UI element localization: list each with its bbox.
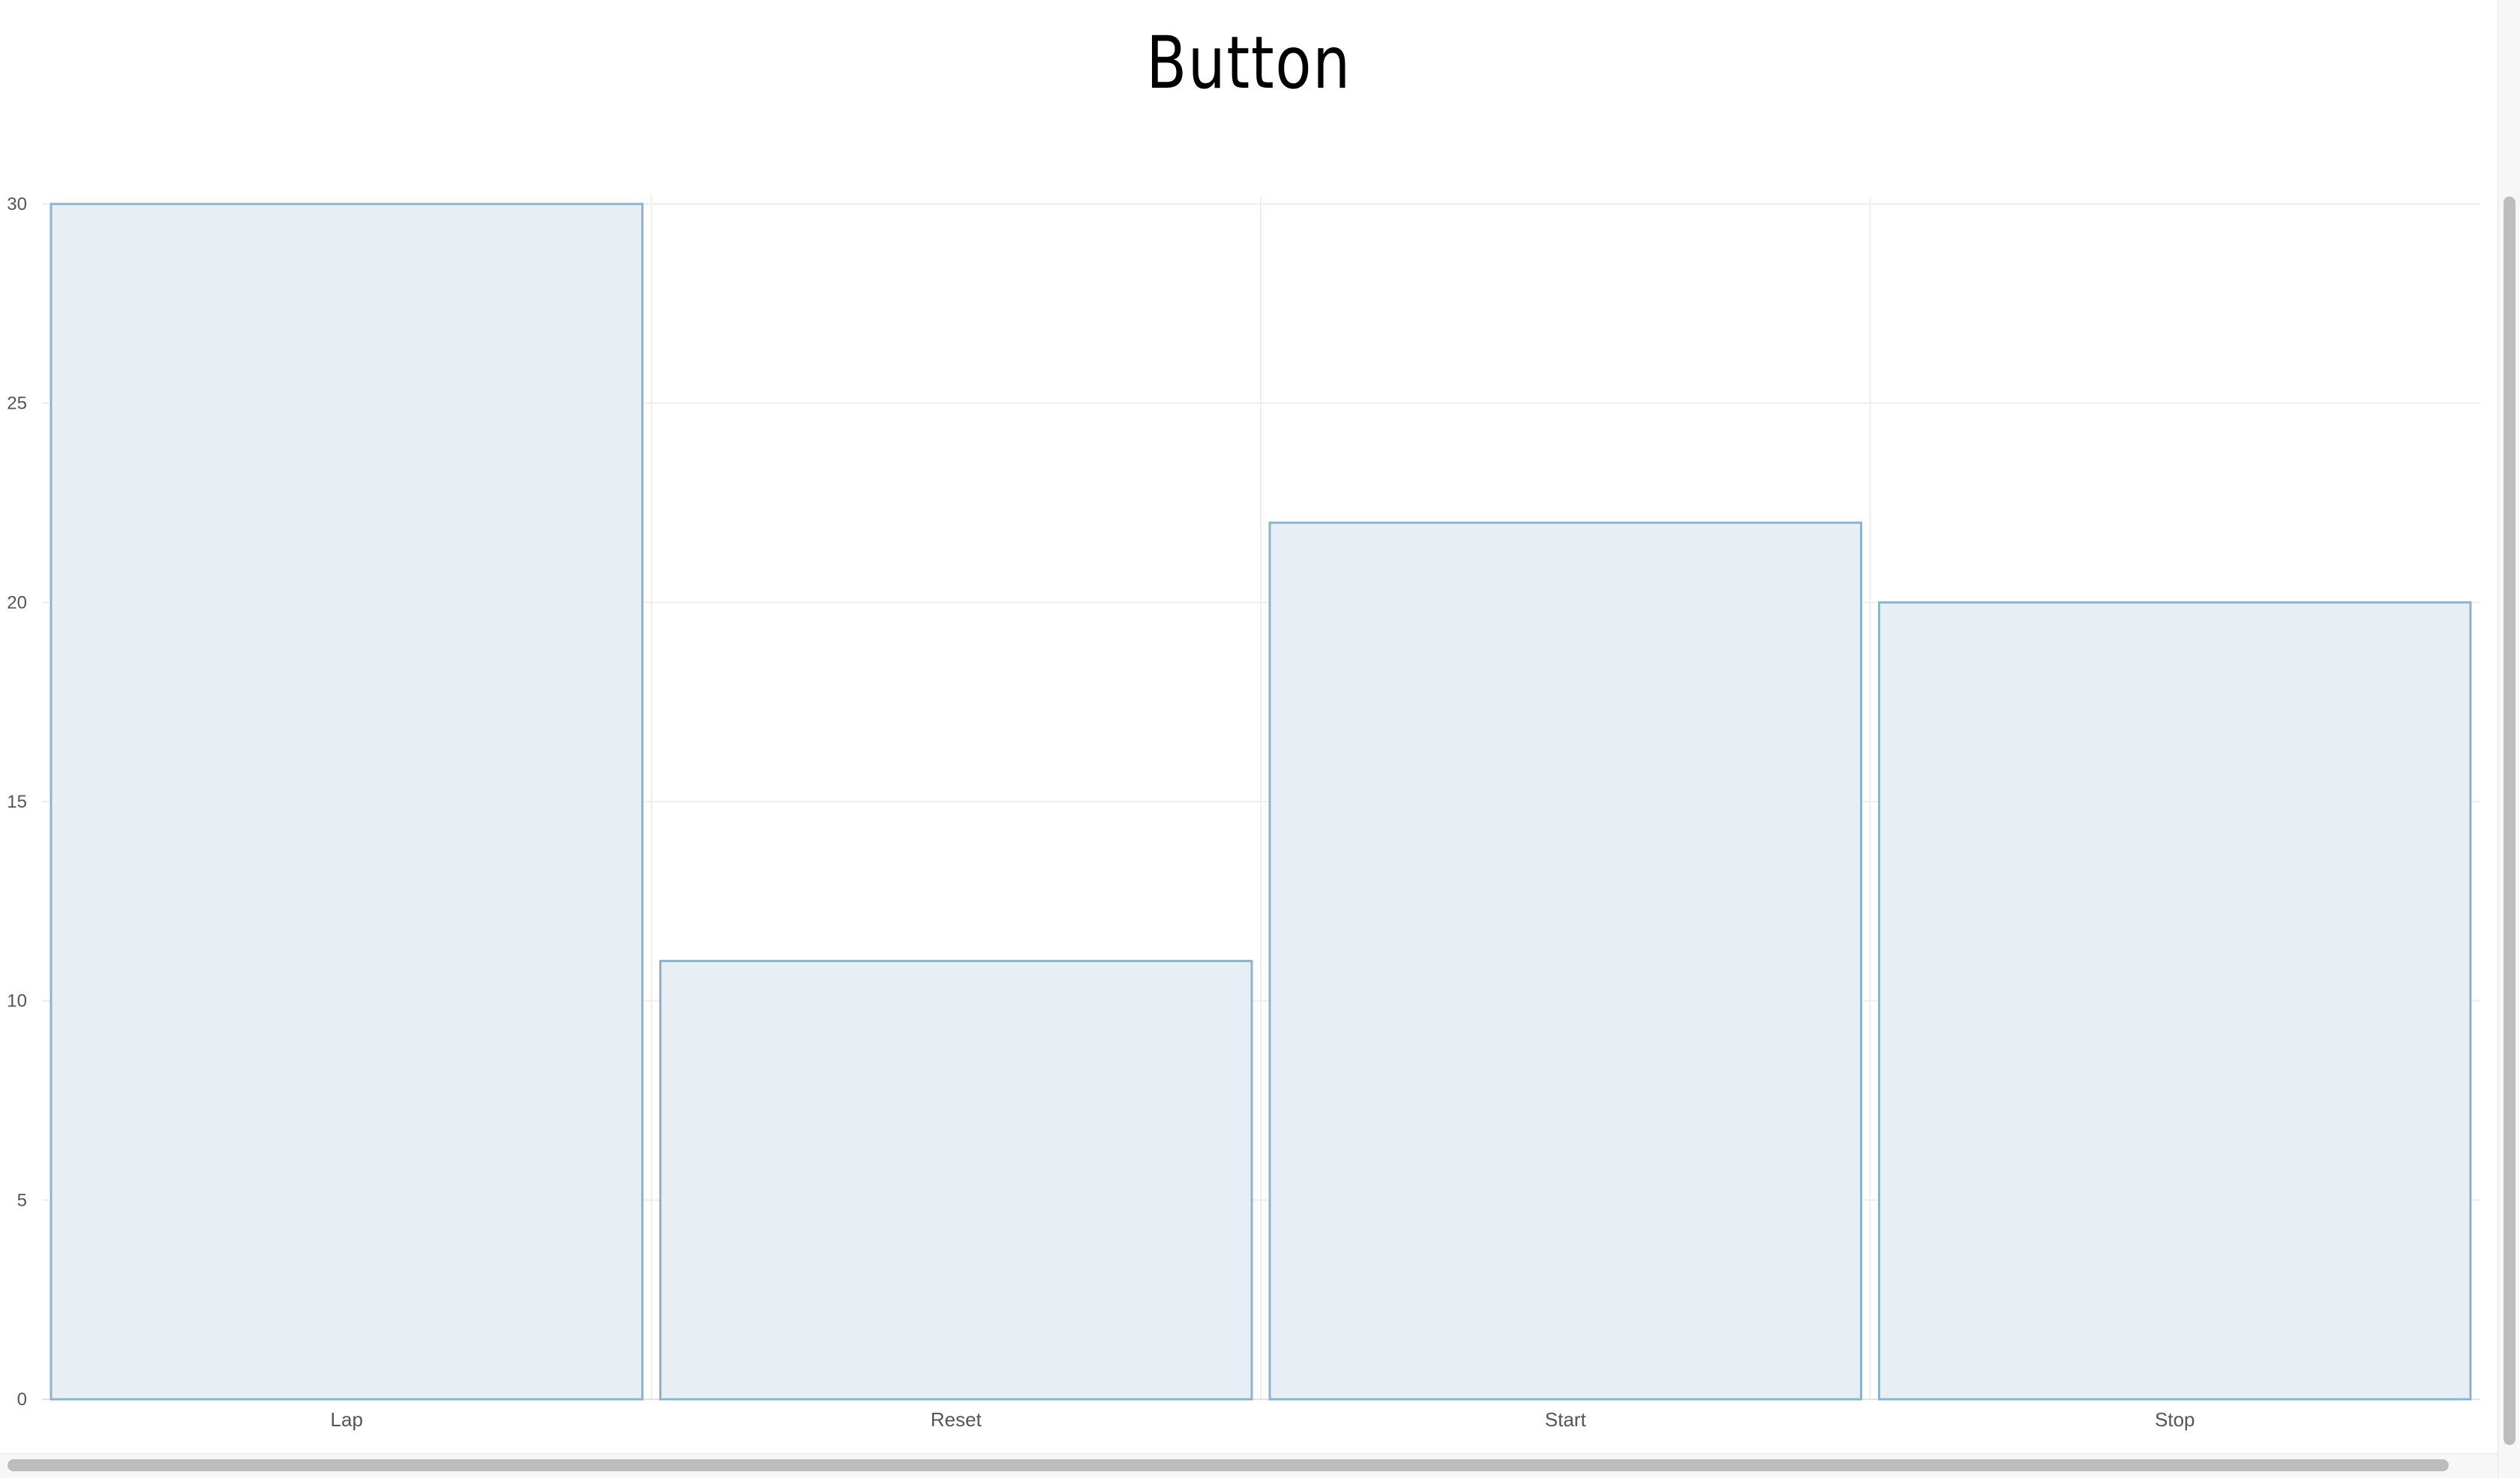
vertical-scrollbar-thumb[interactable]: [2504, 196, 2516, 1445]
y-axis-ticks: 0 5 10 15 20 25 30: [7, 194, 27, 1410]
y-tick-label: 0: [17, 1390, 27, 1410]
y-tick-label: 25: [7, 394, 27, 414]
y-tick-label: 5: [17, 1190, 27, 1210]
x-tick-label: Start: [1545, 1408, 1587, 1431]
bar-lap[interactable]: [50, 202, 644, 1401]
y-tick-label: 15: [7, 792, 27, 812]
bar-stop[interactable]: [1878, 601, 2472, 1401]
x-tick-label: Reset: [931, 1408, 982, 1431]
y-tick-label: 10: [7, 991, 27, 1012]
bar-reset[interactable]: [659, 960, 1253, 1401]
x-tick-label: Lap: [331, 1408, 363, 1431]
y-tick-label: 30: [7, 194, 27, 214]
x-axis-ticks: Lap Reset Start Stop: [331, 1408, 2195, 1431]
bar-start[interactable]: [1268, 521, 1862, 1401]
horizontal-scrollbar-thumb[interactable]: [8, 1459, 2449, 1471]
x-tick-label: Stop: [2155, 1408, 2195, 1431]
y-tick-label: 20: [7, 592, 27, 613]
page: Button 0 5 10 15 20 25 30 Lap Reset Start Stop: [0, 0, 2520, 1478]
bar-chart: 0 5 10 15 20 25 30 Lap Reset Start Stop: [7, 194, 2480, 1431]
